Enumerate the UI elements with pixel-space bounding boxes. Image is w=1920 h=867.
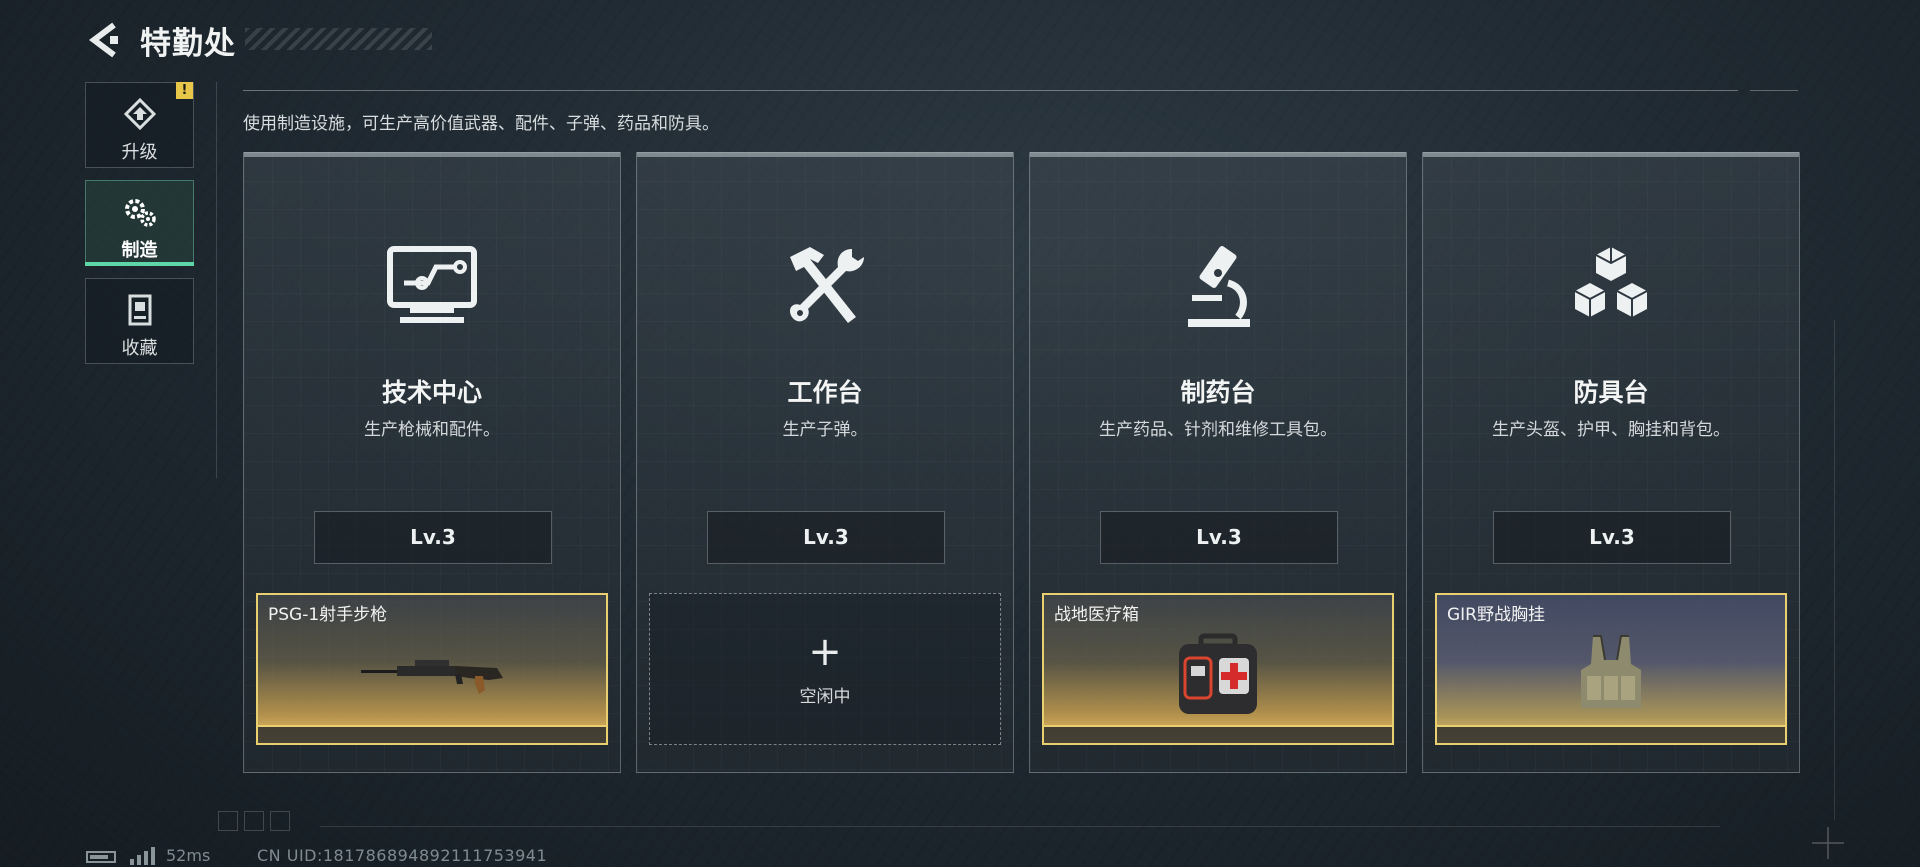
slot-progress-bar bbox=[258, 725, 606, 743]
production-slot-idle[interactable]: + 空闲中 bbox=[649, 593, 1001, 745]
add-icon: + bbox=[808, 629, 842, 675]
slot-item-name: 战地医疗箱 bbox=[1054, 605, 1139, 625]
facility-card-workbench[interactable]: 工作台 生产子弹。 Lv.3 + 空闲中 bbox=[636, 152, 1014, 773]
header-divider-end bbox=[1750, 90, 1798, 91]
slot-item-name: GIR野战胸挂 bbox=[1447, 605, 1545, 625]
facility-level-button[interactable]: Lv.3 bbox=[314, 511, 552, 564]
sidebar-divider bbox=[216, 82, 217, 478]
facility-name: 工作台 bbox=[787, 378, 863, 407]
alert-badge: ! bbox=[176, 82, 193, 99]
sidebar-item-crafting[interactable]: 制造 bbox=[85, 180, 194, 266]
ping-readout: 52ms bbox=[166, 846, 211, 865]
production-slot[interactable]: GIR野战胸挂 bbox=[1435, 593, 1787, 745]
slot-item-name: PSG-1射手步枪 bbox=[268, 605, 388, 625]
production-slot[interactable]: 战地医疗箱 bbox=[1042, 593, 1394, 745]
slot-progress-bar bbox=[1437, 725, 1785, 743]
right-decoration-line bbox=[1834, 320, 1835, 820]
facility-card-pharmacy[interactable]: 制药台 生产药品、针剂和维修工具包。 Lv.3 战地医疗箱 bbox=[1029, 152, 1407, 773]
back-arrow-icon[interactable] bbox=[86, 20, 120, 60]
footer-decoration bbox=[218, 811, 290, 831]
title-decoration bbox=[245, 28, 432, 50]
facility-level-button[interactable]: Lv.3 bbox=[1493, 511, 1731, 564]
gears-icon bbox=[86, 195, 193, 229]
slot-status: 空闲中 bbox=[799, 687, 851, 707]
intro-text: 使用制造设施，可生产高价值武器、配件、子弹、药品和防具。 bbox=[243, 114, 719, 134]
page-title: 特勤处 bbox=[140, 26, 236, 62]
facility-description: 生产子弹。 bbox=[782, 420, 868, 440]
rifle-icon bbox=[258, 625, 606, 725]
crosshair-icon bbox=[1810, 825, 1846, 861]
sidebar-item-label: 升级 bbox=[121, 142, 158, 163]
chest-rig-icon bbox=[1437, 625, 1785, 725]
hammer-wrench-icon bbox=[637, 243, 1013, 333]
active-indicator bbox=[85, 262, 194, 266]
cubes-icon bbox=[1423, 243, 1799, 333]
footer-divider bbox=[320, 826, 1720, 827]
facility-card-armor[interactable]: 防具台 生产头盔、护甲、胸挂和背包。 Lv.3 GIR野战胸挂 bbox=[1422, 152, 1800, 773]
facility-description: 生产枪械和配件。 bbox=[364, 420, 500, 440]
monitor-circuit-icon bbox=[244, 243, 620, 333]
facility-level-button[interactable]: Lv.3 bbox=[1100, 511, 1338, 564]
battery-icon bbox=[86, 851, 116, 863]
signal-icon bbox=[130, 845, 155, 865]
header-divider bbox=[243, 90, 1738, 91]
slot-progress-bar bbox=[1044, 725, 1392, 743]
facility-description: 生产头盔、护甲、胸挂和背包。 bbox=[1492, 420, 1730, 440]
sidebar-item-collection[interactable]: 收藏 bbox=[85, 278, 194, 364]
collection-icon bbox=[86, 293, 193, 327]
sidebar-item-label: 制造 bbox=[121, 240, 158, 261]
microscope-icon bbox=[1030, 243, 1406, 333]
upgrade-icon bbox=[86, 97, 193, 131]
facility-card-tech-center[interactable]: 技术中心 生产枪械和配件。 Lv.3 PSG-1射手步枪 bbox=[243, 152, 621, 773]
facility-name: 防具台 bbox=[1573, 378, 1649, 407]
facility-name: 技术中心 bbox=[381, 378, 482, 407]
facility-level-button[interactable]: Lv.3 bbox=[707, 511, 945, 564]
medkit-icon bbox=[1044, 625, 1392, 725]
production-slot[interactable]: PSG-1射手步枪 bbox=[256, 593, 608, 745]
user-uid: CN UID:18178689489211175394​1 bbox=[257, 846, 548, 865]
sidebar-item-label: 收藏 bbox=[121, 338, 158, 359]
facility-name: 制药台 bbox=[1180, 378, 1256, 407]
facility-description: 生产药品、针剂和维修工具包。 bbox=[1099, 420, 1337, 440]
